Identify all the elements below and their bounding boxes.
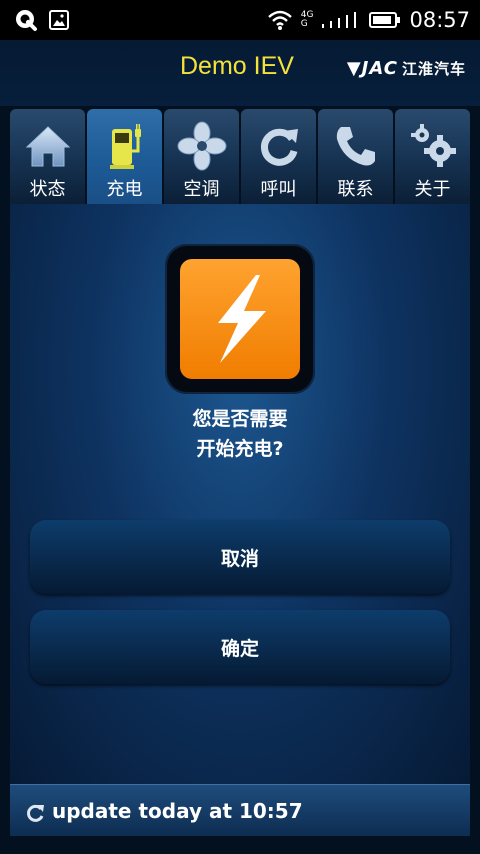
cancel-button-label: 取消 bbox=[220, 547, 259, 570]
bottom-strip bbox=[0, 836, 480, 854]
wifi-icon bbox=[267, 10, 292, 30]
lightning-icon bbox=[218, 275, 266, 363]
tab-about[interactable]: 关于 bbox=[395, 109, 470, 204]
confirm-button-label: 确定 bbox=[220, 637, 259, 660]
status-time: 08:57 bbox=[409, 8, 470, 32]
charge-tile bbox=[180, 259, 300, 379]
prompt-line-1: 您是否需要 bbox=[192, 408, 288, 430]
fan-icon bbox=[177, 121, 226, 171]
tab-ac[interactable]: 空调 bbox=[164, 109, 239, 204]
tab-contact[interactable]: 联系 bbox=[318, 109, 393, 204]
update-status: update today at 10:57 bbox=[52, 799, 303, 823]
tab-label: 联系 bbox=[337, 179, 374, 200]
tab-label: 空调 bbox=[183, 179, 220, 200]
charging-station-icon bbox=[109, 124, 141, 169]
brand: ▼JAC 江淮汽车 bbox=[347, 58, 466, 79]
brand-logo: ▼JAC bbox=[346, 58, 398, 79]
tab-charging[interactable]: 充电 bbox=[87, 109, 162, 204]
tab-label: 呼叫 bbox=[260, 179, 297, 200]
cancel-button[interactable]: 取消 bbox=[30, 520, 450, 594]
battery-icon bbox=[369, 12, 401, 28]
tab-bar: 状态 充电 空调 呼叫 联系 关于 bbox=[10, 109, 470, 204]
tab-status[interactable]: 状态 bbox=[10, 109, 85, 204]
phone-icon bbox=[336, 127, 375, 166]
refresh-icon[interactable] bbox=[24, 802, 46, 824]
signal-icon bbox=[322, 12, 357, 28]
charging-panel: 您是否需要 开始充电? 取消 确定 bbox=[10, 204, 470, 784]
tab-label: 充电 bbox=[106, 179, 143, 200]
prompt-line-2: 开始充电? bbox=[196, 438, 284, 460]
app-title: Demo IEV bbox=[180, 52, 294, 80]
tab-label: 关于 bbox=[414, 179, 451, 200]
brand-name: 江淮汽车 bbox=[401, 60, 466, 78]
refresh-icon bbox=[260, 128, 298, 166]
network-type: 4G G bbox=[301, 11, 314, 29]
home-icon bbox=[25, 126, 70, 167]
app-q-icon bbox=[16, 10, 37, 31]
confirm-button[interactable]: 确定 bbox=[30, 610, 450, 684]
tab-call[interactable]: 呼叫 bbox=[241, 109, 316, 204]
status-bar: 4G G 08:57 bbox=[0, 0, 480, 40]
update-footer: update today at 10:57 bbox=[10, 784, 470, 837]
image-notification-icon bbox=[49, 10, 69, 30]
gears-icon bbox=[410, 124, 456, 167]
tab-label: 状态 bbox=[29, 179, 66, 200]
charge-icon-frame bbox=[165, 244, 315, 394]
network-type-bottom: G bbox=[300, 19, 308, 29]
